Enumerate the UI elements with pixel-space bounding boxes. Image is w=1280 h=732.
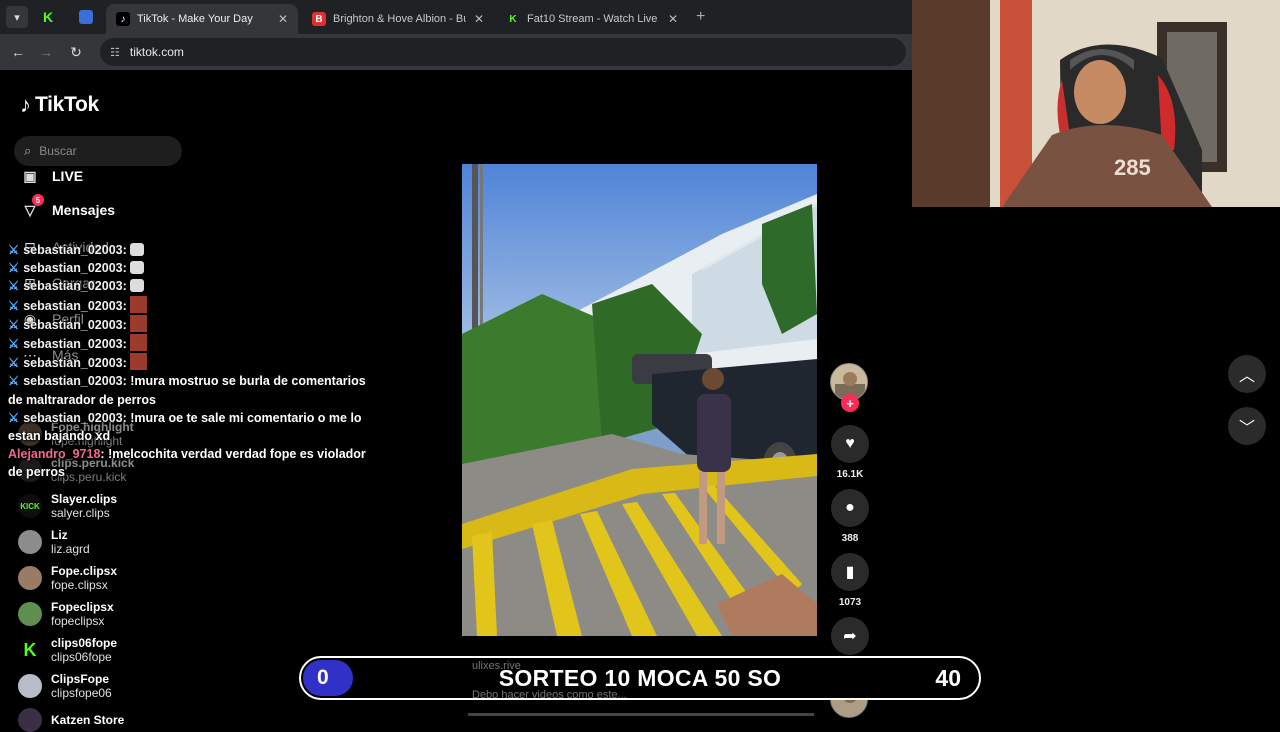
stream-chat-overlay: ⚔ sebastian_02003: ⚔ sebastian_02003: ⚔ seb…	[8, 241, 368, 482]
browser-chrome: ▾ K ♪ TikTok - Make Your Day ✕ B Brighto…	[0, 0, 912, 70]
chat-message: ⚔ sebastian_02003:	[8, 353, 368, 372]
video-progress-bar[interactable]	[468, 713, 814, 716]
video-author[interactable]: ulixes.rive	[472, 660, 521, 672]
video-frame	[462, 164, 817, 636]
chevron-up-icon[interactable]: ︿	[1228, 355, 1266, 393]
skull-emote-icon	[130, 261, 145, 275]
search-input[interactable]	[39, 144, 160, 158]
tab-tiktok[interactable]: ♪ TikTok - Make Your Day ✕	[106, 4, 298, 34]
close-tab-icon[interactable]: ✕	[668, 12, 678, 26]
tab-kick[interactable]: K Fat10 Stream - Watch Live on K ✕	[496, 4, 688, 34]
emote-icon	[130, 334, 148, 352]
kick-pinned-tab-icon[interactable]: K	[38, 7, 58, 27]
chat-message: ⚔ sebastian_02003:	[8, 334, 368, 353]
site-info-icon[interactable]: ☷	[110, 46, 120, 59]
sword-badge-icon: ⚔	[8, 374, 20, 389]
following-item[interactable]: ClipsFope clipsfope06	[18, 672, 112, 700]
chat-message: ⚔ sebastian_02003:	[8, 295, 368, 315]
chat-message: ⚔ sebastian_02003:	[8, 277, 368, 295]
following-item[interactable]: Fope.clipsx fope.clipsx	[18, 564, 117, 592]
close-tab-icon[interactable]: ✕	[474, 12, 484, 26]
tab-bar: ▾ K ♪ TikTok - Make Your Day ✕ B Brighto…	[0, 0, 912, 34]
video-caption: Debo hacer videos como este...	[472, 689, 627, 701]
follow-plus-button[interactable]: +	[841, 394, 859, 412]
sword-badge-icon: ⚔	[8, 261, 20, 276]
comment-action[interactable]: ● 388	[830, 489, 870, 544]
nav-live[interactable]: ▣ LIVE	[20, 166, 83, 186]
back-arrow-icon[interactable]: ←	[8, 42, 28, 62]
following-item[interactable]: Katzen Store	[18, 708, 124, 732]
chat-message: ⚔ sebastian_02003:	[8, 314, 368, 334]
news-favicon-icon: B	[312, 12, 326, 26]
following-item[interactable]: K clips06fope clips06fope	[18, 636, 117, 664]
tiktok-favicon-icon: ♪	[116, 12, 130, 26]
emote-icon	[130, 295, 148, 313]
comment-icon[interactable]: ●	[831, 489, 869, 527]
tiktok-logo[interactable]: ♪ TikTok	[20, 92, 99, 118]
video-player[interactable]	[462, 164, 817, 636]
search-icon: ⌕	[24, 143, 32, 158]
sword-badge-icon: ⚔	[8, 298, 20, 313]
skull-emote-icon	[130, 243, 145, 256]
chat-message: Alejandro_9718: !melcochita verdad verda…	[8, 447, 366, 480]
paper-plane-icon: ▽ 5	[20, 194, 44, 220]
forward-arrow-icon[interactable]: →	[36, 42, 56, 62]
close-tab-icon[interactable]: ✕	[278, 12, 288, 26]
webcam-image: 285	[912, 0, 1280, 207]
kick-favicon-icon: K	[509, 13, 517, 25]
reload-icon[interactable]: ↻	[66, 42, 86, 62]
emote-icon	[130, 314, 148, 332]
chat-message: ⚔ sebastian_02003: !mura oe te sale mi co…	[8, 410, 362, 444]
avatar	[18, 566, 42, 590]
sword-badge-icon: ⚔	[8, 356, 20, 371]
following-item[interactable]: Liz liz.agrd	[18, 528, 90, 556]
tab-search-button[interactable]: ▾	[6, 6, 28, 28]
live-icon: ▣	[23, 167, 37, 184]
chat-message: ⚔ sebastian_02003: !mura mostruo se burla…	[8, 374, 366, 407]
kick-avatar-icon: K	[18, 638, 42, 662]
search-box[interactable]: ⌕	[14, 136, 182, 166]
avatar	[18, 530, 42, 554]
navigation-bar: ← → ↻ ☷ tiktok.com	[0, 34, 912, 70]
sword-badge-icon: ⚔	[8, 317, 20, 332]
sword-badge-icon: ⚔	[8, 279, 20, 294]
webcam-feed: 285	[912, 0, 1280, 207]
share-arrow-icon[interactable]: ➦	[831, 617, 869, 655]
sword-badge-icon: ⚔	[8, 337, 20, 352]
address-bar[interactable]: ☷ tiktok.com	[100, 38, 906, 66]
pinned-tab-icon[interactable]	[76, 7, 96, 27]
chevron-down-icon[interactable]: ﹀	[1228, 407, 1266, 445]
kick-avatar-icon: KICK	[18, 494, 42, 518]
avatar	[18, 708, 42, 732]
bookmark-icon[interactable]: ▮	[831, 553, 869, 591]
nav-messages[interactable]: ▽ 5 Mensajes	[20, 194, 115, 220]
heart-icon[interactable]: ♥	[831, 425, 869, 463]
following-item[interactable]: KICK Slayer.clips salyer.clips	[18, 492, 117, 520]
new-tab-button[interactable]: +	[696, 8, 705, 26]
giveaway-title: SORTEO 10 MOCA 50 SO	[498, 664, 782, 691]
emote-icon	[130, 353, 148, 371]
svg-text:285: 285	[1114, 155, 1151, 180]
avatar	[18, 674, 42, 698]
skull-emote-icon	[130, 279, 145, 293]
giveaway-banner: 0 SORTEO 10 MOCA 50 SO 40	[299, 656, 981, 700]
chat-message: ⚔ sebastian_02003:	[8, 241, 368, 259]
chat-message: ⚔ sebastian_02003:	[8, 259, 368, 277]
messages-badge: 5	[32, 194, 44, 206]
avatar	[18, 602, 42, 626]
save-action[interactable]: ▮ 1073	[830, 553, 870, 608]
following-item[interactable]: Fopeclipsx fopeclipsx	[18, 600, 114, 628]
tab-brighton[interactable]: B Brighton & Hove Albion - Burnl ✕	[302, 4, 494, 34]
sword-badge-icon: ⚔	[8, 243, 20, 257]
tiktok-note-icon: ♪	[20, 92, 31, 117]
like-action[interactable]: ♥ 16.1K	[830, 425, 870, 480]
giveaway-right-counter: 40	[935, 664, 961, 691]
sword-badge-icon: ⚔	[8, 410, 20, 425]
